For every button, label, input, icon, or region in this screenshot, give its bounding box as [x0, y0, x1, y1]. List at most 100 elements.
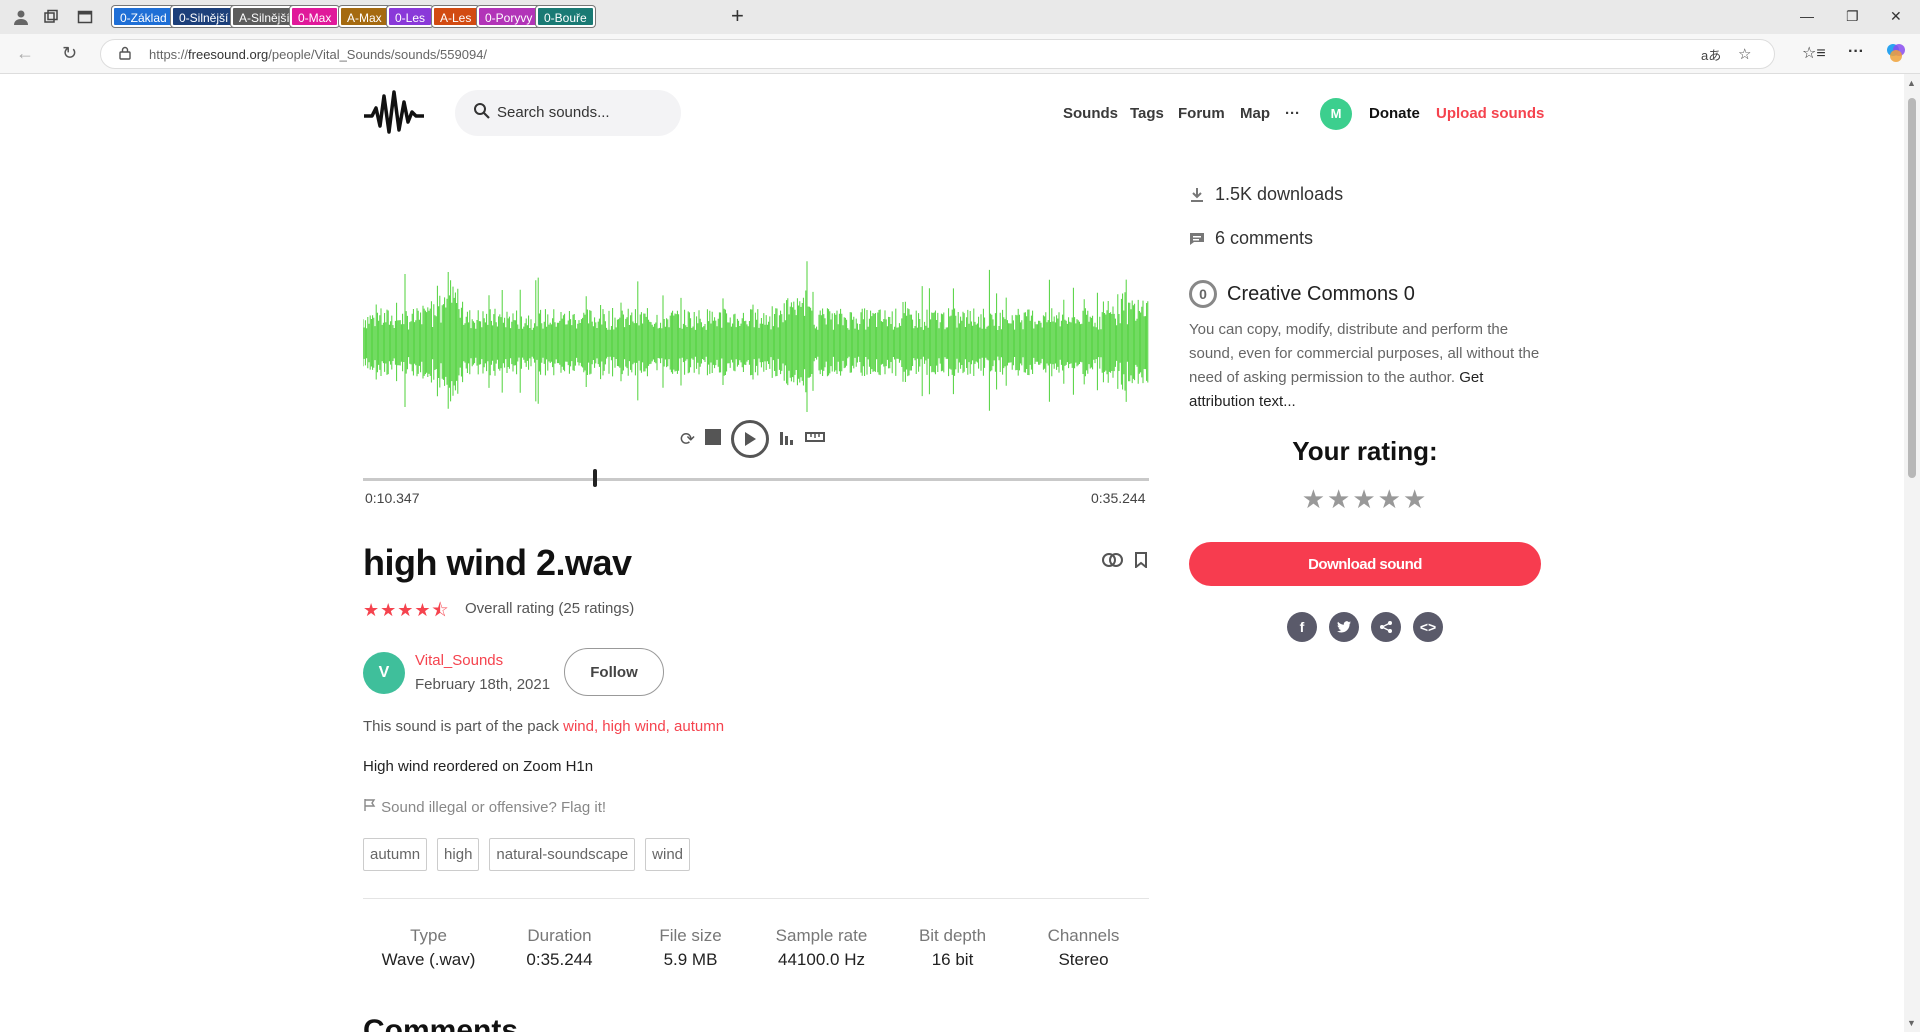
flag-link[interactable]: Sound illegal or offensive? Flag it!: [363, 798, 606, 816]
divider: [363, 898, 1149, 899]
cc-zero-icon: 0: [1189, 280, 1217, 308]
overall-rating-stars: ★★★★⯪: [363, 600, 450, 620]
tag-natural-soundscape[interactable]: natural-soundscape: [489, 838, 636, 871]
stop-icon[interactable]: [705, 428, 722, 450]
comments-heading: Comments: [363, 1014, 519, 1032]
overall-rating-text: Overall rating (25 ratings): [465, 600, 635, 617]
lock-icon[interactable]: [119, 46, 131, 63]
download-sound-button[interactable]: Download sound: [1189, 542, 1541, 586]
minimize-icon[interactable]: —: [1800, 8, 1814, 24]
tag-autumn[interactable]: autumn: [363, 838, 428, 871]
flag-icon: [364, 799, 376, 811]
tab-group-6[interactable]: A-Les: [432, 6, 480, 27]
embed-icon[interactable]: <>: [1413, 612, 1443, 642]
your-rating-stars[interactable]: ★★★★★: [1189, 484, 1541, 515]
similar-sounds-icon[interactable]: [1102, 552, 1124, 573]
page-content: Search sounds... Sounds Tags Forum Map ·…: [0, 74, 1904, 1032]
scroll-up-icon[interactable]: ▲: [1907, 78, 1916, 88]
license-description: You can copy, modify, distribute and per…: [1189, 321, 1540, 410]
tab-group-0[interactable]: 0-Základ: [112, 6, 175, 27]
meta-sample-rate: Sample rate 44100.0 Hz: [775, 926, 868, 969]
author-avatar[interactable]: V: [363, 652, 405, 694]
restore-icon[interactable]: ❐: [1846, 8, 1859, 25]
follow-button[interactable]: Follow: [564, 648, 664, 696]
ruler-icon[interactable]: [805, 430, 826, 448]
favorites-list-icon[interactable]: ☆≡: [1802, 43, 1826, 63]
translate-icon[interactable]: aあ: [1701, 45, 1721, 64]
meta-channels: Channels Stereo: [1047, 926, 1120, 969]
tab-group-4[interactable]: A-Max: [339, 6, 390, 27]
license-row: 0 Creative Commons 0: [1189, 280, 1415, 308]
tag-list: autumn high natural-soundscape wind: [363, 838, 691, 871]
spectrogram-icon[interactable]: [779, 429, 795, 450]
license-title[interactable]: Creative Commons 0: [1227, 283, 1415, 306]
new-tab-icon[interactable]: +: [731, 5, 744, 27]
share-buttons: f <>: [1287, 612, 1443, 642]
title-actions: [1102, 552, 1148, 573]
player-controls: ⟳: [680, 420, 826, 458]
url-text: https://freesound.org/people/Vital_Sound…: [149, 47, 488, 62]
tag-wind[interactable]: wind: [645, 838, 691, 871]
your-rating-heading: Your rating:: [1292, 436, 1438, 466]
search-input[interactable]: Search sounds...: [455, 90, 681, 136]
twitter-icon[interactable]: [1329, 612, 1359, 642]
search-placeholder: Search sounds...: [497, 104, 610, 121]
play-button[interactable]: [731, 420, 770, 458]
close-icon[interactable]: ✕: [1890, 8, 1902, 25]
browser-toolbar: ← ↻ https://freesound.org/people/Vital_S…: [0, 34, 1920, 74]
pack-link[interactable]: wind, high wind, autumn: [563, 718, 724, 735]
profile-icon[interactable]: [10, 7, 32, 27]
scroll-down-icon[interactable]: ▼: [1907, 1018, 1916, 1028]
copilot-icon[interactable]: [1886, 43, 1906, 68]
tag-high[interactable]: high: [437, 838, 480, 871]
share-icon[interactable]: [1371, 612, 1401, 642]
tab-actions-icon[interactable]: [74, 7, 96, 27]
sound-metadata: Type Wave (.wav) Duration 0:35.244 File si…: [363, 926, 1149, 970]
address-bar[interactable]: https://freesound.org/people/Vital_Sound…: [100, 39, 1775, 69]
total-time: 0:35.244: [1091, 490, 1146, 506]
tab-group-5[interactable]: 0-Les: [387, 6, 434, 27]
current-time: 0:10.347: [365, 490, 420, 506]
bookmark-icon[interactable]: [1134, 552, 1148, 573]
back-icon[interactable]: ←: [16, 43, 34, 64]
tab-group-3[interactable]: 0-Max: [290, 6, 340, 27]
upload-sounds-link[interactable]: Upload sounds: [1436, 105, 1544, 122]
browser-tabstrip: 0-Základ 0-Silnější A-Silnější 0-Max A-M…: [0, 0, 1920, 34]
search-icon: [474, 103, 490, 119]
waveform[interactable]: [363, 252, 1149, 412]
play-icon: [745, 432, 757, 446]
tab-group-2[interactable]: A-Silnější: [231, 6, 298, 27]
loop-icon[interactable]: ⟳: [680, 429, 695, 450]
favorite-star-icon[interactable]: ☆: [1738, 45, 1751, 63]
scrollbar-thumb[interactable]: [1908, 98, 1916, 478]
sound-title: high wind 2.wav: [363, 542, 632, 583]
tab-group-1[interactable]: 0-Silnější: [171, 6, 237, 27]
nav-more-icon[interactable]: ···: [1285, 105, 1300, 122]
nav-forum[interactable]: Forum: [1178, 105, 1225, 122]
meta-type: Type Wave (.wav): [381, 926, 476, 969]
nav-tags[interactable]: Tags: [1130, 105, 1164, 122]
sound-description: High wind reordered on Zoom H1n: [363, 758, 594, 775]
meta-duration: Duration 0:35.244: [526, 926, 593, 969]
user-avatar[interactable]: M: [1320, 98, 1352, 130]
comments-count[interactable]: 6 comments: [1189, 228, 1313, 249]
facebook-icon[interactable]: f: [1287, 612, 1317, 642]
freesound-logo-icon[interactable]: [364, 88, 424, 138]
waveform-trace: [363, 261, 1149, 412]
nav-sounds[interactable]: Sounds: [1063, 105, 1118, 122]
donate-link[interactable]: Donate: [1369, 105, 1420, 122]
nav-map[interactable]: Map: [1240, 105, 1270, 122]
meta-file-size: File size 5.9 MB: [659, 926, 722, 969]
progress-bar[interactable]: [363, 469, 1149, 487]
workspaces-icon[interactable]: [40, 7, 62, 27]
more-menu-icon[interactable]: ···: [1848, 43, 1864, 61]
author-name[interactable]: Vital_Sounds: [415, 652, 503, 669]
comment-icon: [1190, 232, 1204, 245]
page-scrollbar[interactable]: ▲ ▼: [1904, 74, 1920, 1032]
progress-cursor[interactable]: [592, 469, 597, 487]
upload-date: February 18th, 2021: [415, 676, 551, 693]
tab-group-8[interactable]: 0-Bouře: [536, 6, 595, 27]
reload-icon[interactable]: ↻: [62, 43, 77, 64]
meta-bit-depth: Bit depth 16 bit: [918, 926, 987, 969]
tab-group-7[interactable]: 0-Poryvy: [477, 6, 541, 27]
